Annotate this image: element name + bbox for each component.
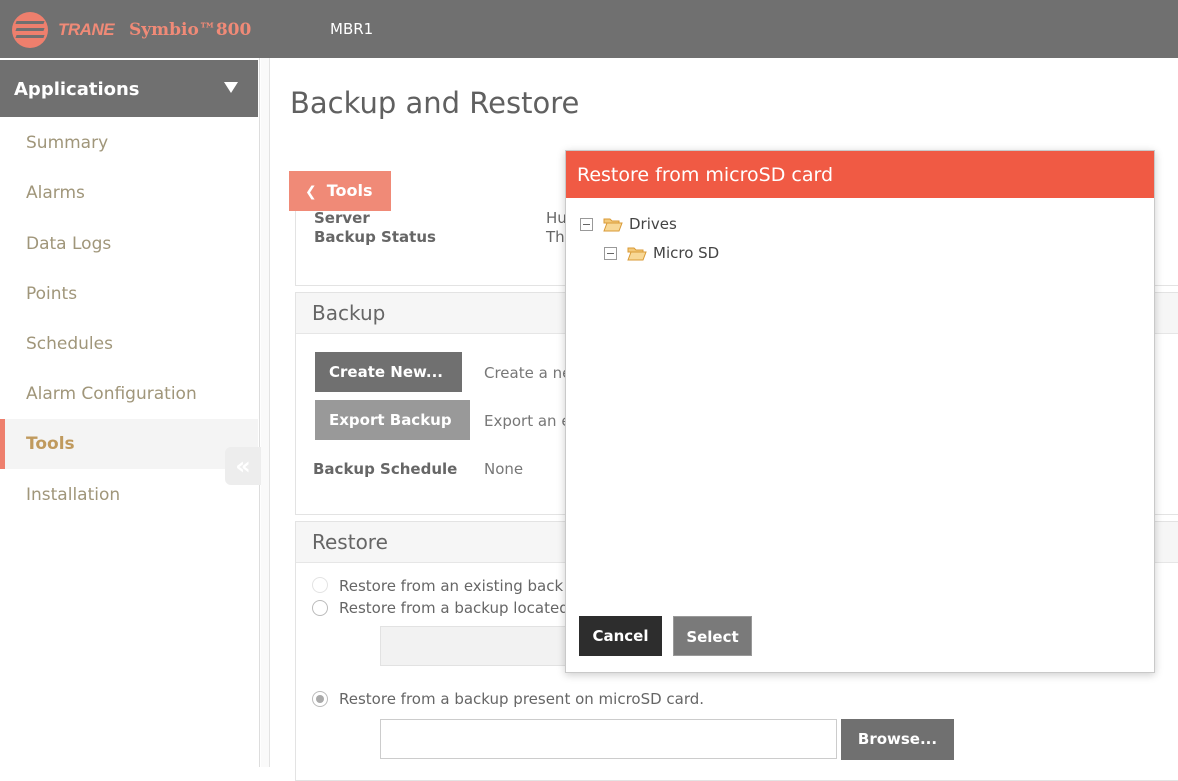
sidebar: Applications Summary Alarms Data Logs Po…: [0, 58, 260, 767]
sidebar-item-alarm-configuration[interactable]: Alarm Configuration: [0, 369, 258, 419]
dropdown-caret-icon[interactable]: [224, 82, 238, 93]
sidebar-item-schedules[interactable]: Schedules: [0, 319, 258, 369]
sidebar-item-tools[interactable]: Tools: [0, 419, 258, 469]
sidebar-item-data-logs[interactable]: Data Logs: [0, 219, 258, 269]
backup-schedule-label: Backup Schedule: [313, 460, 458, 478]
dialog-title: Restore from microSD card: [566, 151, 1154, 198]
browse-button[interactable]: Browse...: [841, 719, 954, 760]
select-button[interactable]: Select: [673, 616, 752, 656]
export-backup-button[interactable]: Export Backup: [315, 400, 470, 440]
backup-schedule-value: None: [484, 460, 524, 478]
restore-microsd-label: Restore from a backup present on microSD…: [339, 690, 705, 708]
applications-title: Applications: [14, 79, 140, 100]
sidebar-item-points[interactable]: Points: [0, 269, 258, 319]
sidebar-gutter: [261, 58, 270, 767]
sidebar-item-summary[interactable]: Summary: [0, 118, 258, 168]
product-name: Symbio™800: [129, 20, 252, 40]
collapse-toggle-icon[interactable]: [580, 217, 593, 231]
backup-location-input[interactable]: [380, 626, 580, 666]
applications-menu-header[interactable]: Applications: [0, 60, 258, 117]
collapse-toggle-icon[interactable]: [604, 246, 617, 260]
restore-existing-label: Restore from an existing back: [339, 577, 564, 595]
top-header: TRANE Symbio™800 MBR1: [0, 0, 1178, 58]
tree-node-micro-sd[interactable]: Micro SD: [604, 244, 719, 262]
backup-status-label: Backup Status: [314, 228, 436, 246]
restore-located-radio[interactable]: [312, 600, 328, 616]
microsd-file-input[interactable]: [380, 719, 837, 759]
tree-label-micro-sd[interactable]: Micro SD: [653, 244, 719, 262]
export-description: Export an e: [484, 412, 571, 430]
restore-existing-radio[interactable]: [312, 577, 328, 593]
collapse-sidebar-icon[interactable]: «: [225, 447, 261, 485]
chevron-left-icon: ❮: [305, 184, 317, 200]
folder-open-icon: [627, 247, 647, 260]
tools-back-button[interactable]: ❮ Tools: [289, 171, 391, 211]
tree-node-drives[interactable]: Drives: [580, 215, 677, 233]
create-description: Create a ne: [484, 364, 572, 382]
tree-label-drives[interactable]: Drives: [629, 215, 677, 233]
restore-located-label: Restore from a backup located: [339, 599, 569, 617]
restore-microsd-radio[interactable]: [312, 691, 328, 707]
server-value: Hu: [546, 209, 567, 227]
backup-status-value: Th: [546, 228, 565, 246]
cancel-button[interactable]: Cancel: [579, 616, 662, 656]
folder-open-icon: [603, 218, 623, 231]
sidebar-item-installation[interactable]: Installation: [0, 470, 258, 520]
page-title: Backup and Restore: [290, 86, 580, 120]
create-new-button[interactable]: Create New...: [315, 352, 462, 392]
restore-microsd-dialog: Restore from microSD card Drives Micro S…: [565, 150, 1155, 673]
brand-name: TRANE: [58, 20, 115, 39]
trane-logo-icon: [12, 12, 48, 48]
device-name: MBR1: [330, 20, 374, 38]
tools-button-label: Tools: [326, 181, 373, 200]
sidebar-item-alarms[interactable]: Alarms: [0, 168, 258, 218]
server-label: Server: [314, 209, 370, 227]
